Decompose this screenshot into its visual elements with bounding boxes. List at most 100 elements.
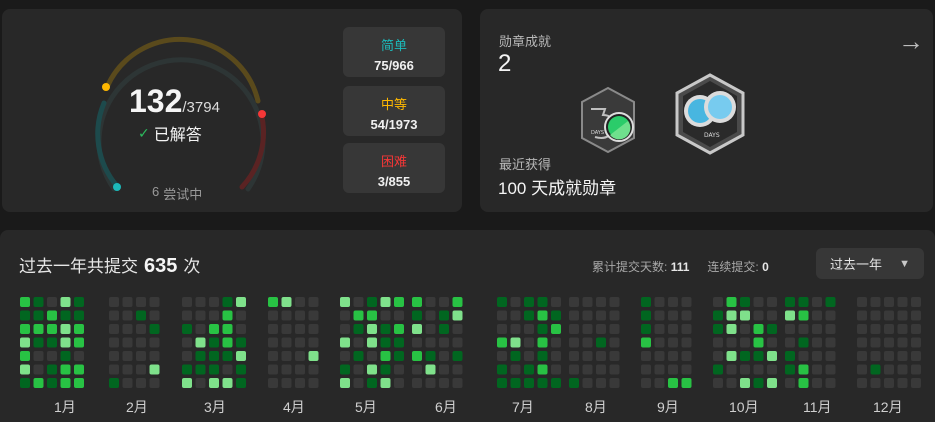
heatmap-cell[interactable] <box>654 351 665 361</box>
heatmap-cell[interactable] <box>425 324 436 334</box>
heatmap-cell[interactable] <box>609 337 620 348</box>
heatmap-cell[interactable] <box>713 324 723 334</box>
heatmap-cell[interactable] <box>681 378 692 388</box>
heatmap-cell[interactable] <box>497 310 507 321</box>
heatmap-cell[interactable] <box>74 364 84 375</box>
heatmap-cell[interactable] <box>897 351 908 361</box>
heatmap-cell[interactable] <box>268 324 278 334</box>
heatmap-cell[interactable] <box>537 297 548 307</box>
heatmap-cell[interactable] <box>20 310 30 321</box>
heatmap-cell[interactable] <box>281 351 292 361</box>
heatmap-cell[interactable] <box>122 324 133 334</box>
heatmap-cell[interactable] <box>222 324 233 334</box>
heatmap-cell[interactable] <box>33 351 44 361</box>
heatmap-cell[interactable] <box>497 378 507 388</box>
heatmap-cell[interactable] <box>367 378 377 388</box>
heatmap-cell[interactable] <box>537 310 548 321</box>
heatmap-cell[interactable] <box>353 310 364 321</box>
heatmap-cell[interactable] <box>380 324 391 334</box>
heatmap-cell[interactable] <box>439 310 449 321</box>
heatmap-cell[interactable] <box>569 297 579 307</box>
heatmap-cell[interactable] <box>857 324 867 334</box>
heatmap-cell[interactable] <box>740 337 750 348</box>
heatmap-cell[interactable] <box>524 378 534 388</box>
heatmap-cell[interactable] <box>582 310 593 321</box>
heatmap-cell[interactable] <box>569 364 579 375</box>
heatmap-cell[interactable] <box>668 324 678 334</box>
heatmap-cell[interactable] <box>726 310 737 321</box>
heatmap-cell[interactable] <box>537 364 548 375</box>
heatmap-cell[interactable] <box>60 310 71 321</box>
heatmap-cell[interactable] <box>367 324 377 334</box>
heatmap-cell[interactable] <box>380 297 391 307</box>
heatmap-cell[interactable] <box>33 310 44 321</box>
heatmap-cell[interactable] <box>109 364 119 375</box>
heatmap-cell[interactable] <box>825 337 836 348</box>
heatmap-cell[interactable] <box>33 364 44 375</box>
heatmap-cell[interactable] <box>425 378 436 388</box>
heatmap-cell[interactable] <box>195 324 206 334</box>
heatmap-cell[interactable] <box>236 351 246 361</box>
heatmap-cell[interactable] <box>439 324 449 334</box>
heatmap-cell[interactable] <box>308 364 319 375</box>
heatmap-cell[interactable] <box>582 351 593 361</box>
heatmap-cell[interactable] <box>798 351 809 361</box>
heatmap-cell[interactable] <box>551 351 561 361</box>
heatmap-cell[interactable] <box>857 337 867 348</box>
heatmap-cell[interactable] <box>60 378 71 388</box>
heatmap-cell[interactable] <box>510 310 521 321</box>
heatmap-cell[interactable] <box>394 378 404 388</box>
heatmap-cell[interactable] <box>281 297 292 307</box>
heatmap-cell[interactable] <box>295 297 305 307</box>
heatmap-cell[interactable] <box>452 324 463 334</box>
heatmap-cell[interactable] <box>136 297 146 307</box>
heatmap-cell[interactable] <box>412 297 422 307</box>
heatmap-cell[interactable] <box>569 310 579 321</box>
heatmap-cell[interactable] <box>740 297 750 307</box>
heatmap-cell[interactable] <box>33 378 44 388</box>
heatmap-cell[interactable] <box>641 310 651 321</box>
heatmap-cell[interactable] <box>182 324 192 334</box>
heatmap-cell[interactable] <box>195 364 206 375</box>
heatmap-cell[interactable] <box>236 378 246 388</box>
heatmap-cell[interactable] <box>394 364 404 375</box>
heatmap-cell[interactable] <box>60 364 71 375</box>
heatmap-cell[interactable] <box>609 351 620 361</box>
heatmap-cell[interactable] <box>340 310 350 321</box>
heatmap-cell[interactable] <box>222 364 233 375</box>
heatmap-cell[interactable] <box>149 351 160 361</box>
heatmap-cell[interactable] <box>641 364 651 375</box>
heatmap-cell[interactable] <box>870 337 881 348</box>
heatmap-cell[interactable] <box>497 351 507 361</box>
heatmap-cell[interactable] <box>236 337 246 348</box>
heatmap-cell[interactable] <box>394 310 404 321</box>
heatmap-cell[interactable] <box>726 297 737 307</box>
heatmap-cell[interactable] <box>60 297 71 307</box>
heatmap-cell[interactable] <box>367 351 377 361</box>
heatmap-cell[interactable] <box>109 324 119 334</box>
heatmap-cell[interactable] <box>726 364 737 375</box>
heatmap-cell[interactable] <box>798 324 809 334</box>
heatmap-cell[interactable] <box>740 324 750 334</box>
heatmap-cell[interactable] <box>582 378 593 388</box>
heatmap-cell[interactable] <box>596 310 606 321</box>
heatmap-cell[interactable] <box>668 297 678 307</box>
heatmap-cell[interactable] <box>109 297 119 307</box>
heatmap-cell[interactable] <box>109 351 119 361</box>
heatmap-cell[interactable] <box>268 378 278 388</box>
heatmap-cell[interactable] <box>524 364 534 375</box>
heatmap-cell[interactable] <box>681 337 692 348</box>
heatmap-cell[interactable] <box>340 364 350 375</box>
heatmap-cell[interactable] <box>582 364 593 375</box>
heatmap-cell[interactable] <box>268 351 278 361</box>
heatmap-cell[interactable] <box>767 297 777 307</box>
heatmap-cell[interactable] <box>726 378 737 388</box>
heatmap-cell[interactable] <box>136 364 146 375</box>
heatmap-cell[interactable] <box>609 364 620 375</box>
heatmap-cell[interactable] <box>767 378 777 388</box>
heatmap-cell[interactable] <box>857 378 867 388</box>
heatmap-cell[interactable] <box>452 364 463 375</box>
heatmap-cell[interactable] <box>308 297 319 307</box>
heatmap-cell[interactable] <box>340 324 350 334</box>
heatmap-cell[interactable] <box>884 310 894 321</box>
